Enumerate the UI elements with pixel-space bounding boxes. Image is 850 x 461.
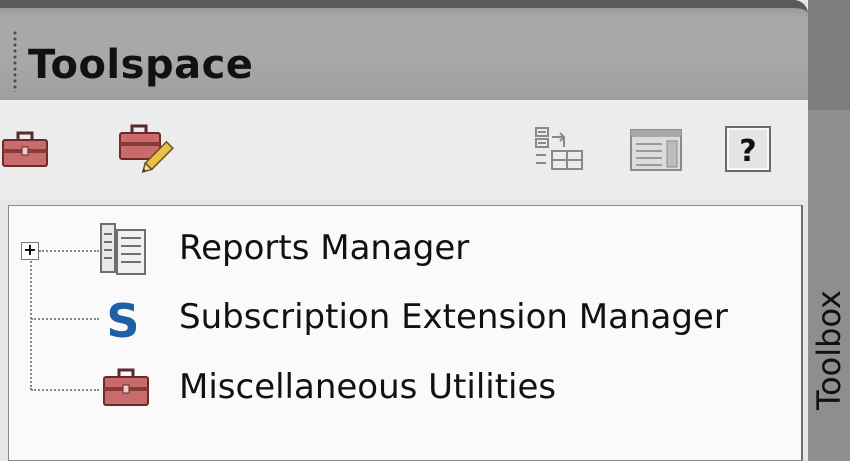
toolbar: ?: [0, 100, 808, 200]
toolbox-button[interactable]: [0, 130, 50, 174]
edit-toolbox-icon: [119, 124, 174, 173]
tree-item-label: Reports Manager: [179, 228, 470, 268]
svg-text:?: ?: [739, 134, 756, 169]
toolbox-icon: [2, 131, 48, 167]
tree-item-subscription-extension-manager[interactable]: S Subscription Extension Manager: [9, 289, 799, 349]
tab-toolbox-label: Toolbox: [810, 290, 848, 410]
properties-button[interactable]: [628, 127, 688, 179]
help-button[interactable]: ?: [724, 125, 774, 179]
tree-item-reports-manager[interactable]: + Reports Manager: [9, 220, 799, 280]
reports-manager-icon: [100, 223, 146, 275]
toolbox-icon: [103, 368, 149, 406]
copy-to-toolbox-button[interactable]: [528, 125, 592, 181]
properties-icon: [630, 129, 682, 171]
window-title: Toolspace: [28, 42, 254, 88]
edit-toolbox-button[interactable]: [118, 122, 178, 178]
svg-text:S: S: [106, 294, 139, 345]
drag-grip[interactable]: [12, 30, 18, 92]
tree-item-miscellaneous-utilities[interactable]: Miscellaneous Utilities: [9, 359, 799, 419]
tree-item-label: Subscription Extension Manager: [179, 297, 728, 337]
toolbox-tree: + Reports Manager S Subscription Extensi…: [8, 205, 803, 461]
copy-to-toolbox-icon: [535, 127, 583, 170]
title-bar[interactable]: Toolspace: [0, 0, 808, 100]
tab-toolbox[interactable]: Toolbox: [808, 270, 850, 430]
help-icon: ?: [725, 126, 771, 172]
tree-item-label: Miscellaneous Utilities: [179, 367, 557, 407]
expand-icon[interactable]: +: [21, 242, 39, 260]
subscription-extension-icon: S: [106, 294, 139, 345]
